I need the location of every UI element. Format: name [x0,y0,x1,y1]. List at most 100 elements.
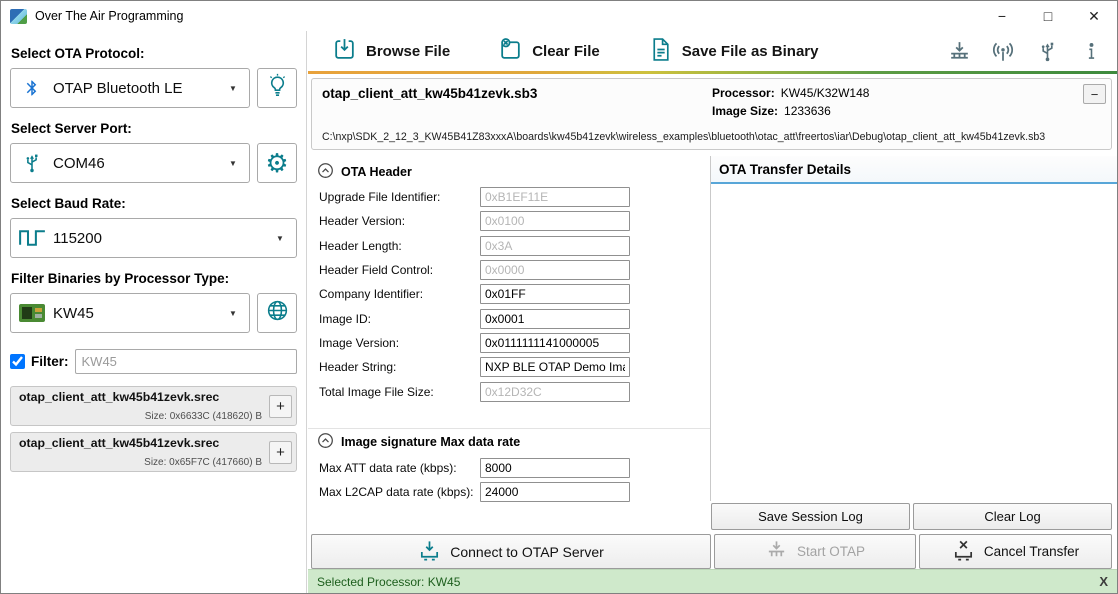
protocol-value: OTAP Bluetooth LE [53,80,229,97]
clear-file-label: Clear File [532,43,600,60]
processor-info-button[interactable] [257,293,297,333]
baud-label: Select Baud Rate: [11,196,297,211]
image-id-input[interactable] [480,309,630,329]
gear-icon: ⚙ [265,150,288,176]
ota-header-form: OTA Header Upgrade File Identifier: Head… [308,156,711,501]
loaded-filename: otap_client_att_kw45b41zevk.sb3 [322,86,1071,101]
clear-log-button[interactable]: Clear Log [913,503,1112,530]
baud-rate-select[interactable]: 115200 ▼ [10,218,297,258]
binary-name: otap_client_att_kw45b41zevk.srec [19,436,262,450]
tips-button[interactable] [257,68,297,108]
connect-label: Connect to OTAP Server [450,544,604,560]
save-session-log-button[interactable]: Save Session Log [711,503,910,530]
header-string-label: Header String: [319,360,480,374]
window-controls: − □ ✕ [979,1,1117,31]
image-version-input[interactable] [480,333,630,353]
binary-size: Size: 0x6633C (418620) B [145,411,262,422]
filter-input[interactable] [75,349,297,374]
toolbar-status-icons [945,38,1117,64]
total-image-file-size-label: Total Image File Size: [319,385,480,399]
maximize-button[interactable]: □ [1025,1,1071,31]
save-binary-icon [648,37,673,66]
square-wave-icon [11,229,53,247]
ota-header-section-header[interactable]: OTA Header [308,158,710,185]
max-att-rate-input[interactable] [480,458,630,478]
board-download-icon[interactable] [945,39,973,64]
filter-checkbox[interactable] [10,354,25,369]
collapse-chevron-icon [317,162,334,182]
max-l2cap-rate-label: Max L2CAP data rate (kbps): [319,485,480,499]
port-settings-button[interactable]: ⚙ [257,143,297,183]
bluetooth-icon [11,79,53,97]
binary-name: otap_client_att_kw45b41zevk.srec [19,390,262,404]
transfer-details-panel: OTA Transfer Details [711,156,1117,501]
processor-chip-image [11,304,53,322]
cancel-transfer-button[interactable]: Cancel Transfer [919,534,1112,569]
globe-icon [265,298,290,328]
ota-protocol-select[interactable]: OTAP Bluetooth LE ▼ [10,68,250,108]
upgrade-file-identifier-input [480,187,630,207]
wireless-icon[interactable] [989,38,1017,64]
filter-label: Filter: [31,354,69,369]
browse-file-button[interactable]: Browse File [332,37,450,66]
processor-type-select[interactable]: KW45 ▼ [10,293,250,333]
collapse-chevron-icon [317,432,334,452]
port-value: COM46 [53,155,229,172]
lightbulb-icon [265,73,290,103]
otap-window: Over The Air Programming − □ ✕ Select OT… [0,0,1118,594]
header-version-label: Header Version: [319,214,480,228]
total-image-file-size-input [480,382,630,402]
header-version-input [480,211,630,231]
collapse-file-panel-button[interactable]: − [1083,84,1106,104]
file-path: C:\nxp\SDK_2_12_3_KW45B41Z83xxxA\boards\… [322,131,1045,143]
start-otap-button[interactable]: Start OTAP [714,534,916,569]
usb-icon[interactable] [1033,40,1061,63]
binary-size: Size: 0x65F7C (417660) B [144,457,262,468]
binary-list-item[interactable]: otap_client_att_kw45b41zevk.srec Size: 0… [10,386,297,426]
port-label: Select Server Port: [11,121,297,136]
chevron-down-icon: ▼ [229,309,249,318]
signature-section-header[interactable]: Image signature Max data rate [308,429,710,456]
baud-value: 115200 [53,230,276,247]
status-bar: Selected Processor: KW45 X [308,569,1117,593]
status-close-button[interactable]: X [1099,574,1108,589]
save-binary-button[interactable]: Save File as Binary [648,37,819,66]
max-att-rate-label: Max ATT data rate (kbps): [319,461,480,475]
info-icon[interactable] [1077,41,1105,62]
usb-icon [11,152,53,174]
toolbar: Browse File Clear File Save File as Bina… [308,31,1117,71]
signature-title: Image signature Max data rate [341,435,520,449]
chevron-down-icon: ▼ [229,84,249,93]
transfer-details-log[interactable] [711,184,1117,501]
status-text: Selected Processor: KW45 [317,575,460,589]
add-binary-button[interactable]: + [269,441,292,464]
processor-value: KW45 [53,305,229,322]
processor-key: Processor: [712,86,775,100]
company-identifier-input[interactable] [480,284,630,304]
app-icon [10,9,27,24]
browse-file-icon [332,37,357,66]
sidebar: Select OTA Protocol: OTAP Bluetooth LE ▼… [1,31,307,593]
add-binary-button[interactable]: + [269,395,292,418]
header-length-label: Header Length: [319,239,480,253]
processor-val: KW45/K32W148 [781,86,870,100]
file-info-panel: otap_client_att_kw45b41zevk.sb3 Processo… [311,78,1112,150]
header-length-input [480,236,630,256]
minimize-button[interactable]: − [979,1,1025,31]
image-size-val: 1233636 [784,104,831,118]
server-port-select[interactable]: COM46 ▼ [10,143,250,183]
clear-file-button[interactable]: Clear File [498,37,600,66]
binary-list: otap_client_att_kw45b41zevk.srec Size: 0… [10,386,297,472]
company-identifier-label: Company Identifier: [319,287,480,301]
close-button[interactable]: ✕ [1071,1,1117,31]
upgrade-file-identifier-label: Upgrade File Identifier: [319,190,480,204]
binary-list-item[interactable]: otap_client_att_kw45b41zevk.srec Size: 0… [10,432,297,472]
image-id-label: Image ID: [319,312,480,326]
image-size-key: Image Size: [712,104,778,118]
toolbar-accent-line [308,71,1117,74]
transfer-details-title: OTA Transfer Details [711,156,1117,184]
header-string-input[interactable] [480,357,630,377]
connect-otap-server-button[interactable]: Connect to OTAP Server [311,534,711,569]
max-l2cap-rate-input[interactable] [480,482,630,502]
connect-download-icon [418,539,441,565]
